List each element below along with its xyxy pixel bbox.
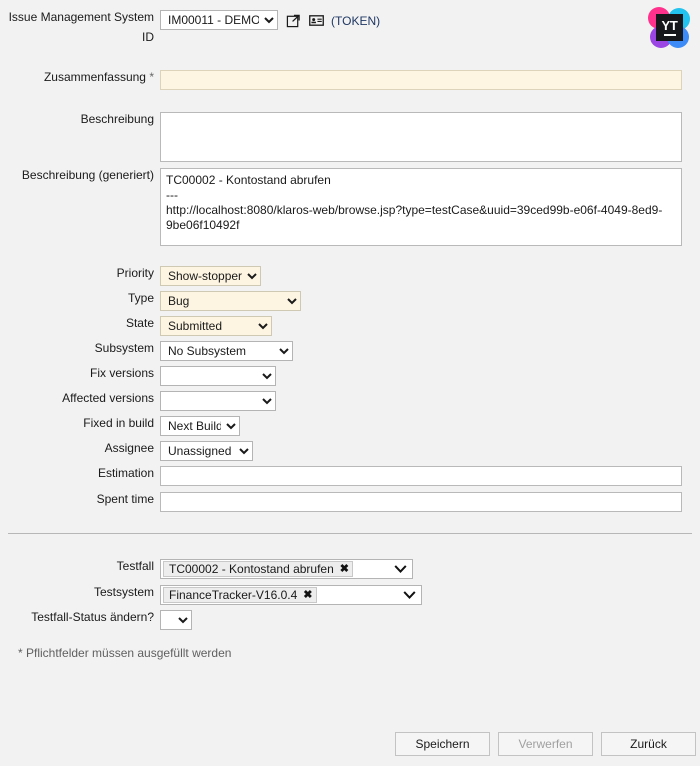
generated-description-label: Beschreibung (generiert) <box>21 168 154 182</box>
subsystem-row: Subsystem No Subsystem <box>0 341 293 361</box>
fixed-in-build-label: Fixed in build <box>83 416 154 430</box>
save-button[interactable]: Speichern <box>395 732 490 756</box>
state-row: State Submitted <box>0 316 272 336</box>
required-fields-note: * Pflichtfelder müssen ausgefüllt werden <box>18 646 232 660</box>
affected-versions-label: Affected versions <box>62 391 154 405</box>
spent-time-row: Spent time <box>0 492 682 512</box>
testcase-label: Testfall <box>116 559 154 573</box>
priority-label: Priority <box>116 266 154 280</box>
logo-text: YT <box>661 17 678 33</box>
fix-versions-label: Fix versions <box>89 366 154 380</box>
generated-description-textarea[interactable]: TC00002 - Kontostand abrufen --- http://… <box>160 168 682 246</box>
description-row: Beschreibung <box>0 112 682 162</box>
description-textarea[interactable] <box>160 112 682 162</box>
testcase-chip: TC00002 - Kontostand abrufen ✖ <box>163 561 353 577</box>
fixed-in-build-select[interactable]: Next Build <box>160 416 240 436</box>
state-label: State <box>125 316 154 330</box>
ims-select[interactable]: IM00011 - DEMO <box>160 10 278 30</box>
id-card-icon[interactable] <box>308 13 324 28</box>
change-testcase-status-label: Testfall-Status ändern? <box>31 610 154 624</box>
youtrack-logo: YT <box>647 6 691 50</box>
summary-row: Zusammenfassung * <box>0 70 682 90</box>
summary-required-marker: * <box>149 70 154 84</box>
testsystem-chip-label: FinanceTracker-V16.0.4 <box>169 588 298 602</box>
subsystem-label: Subsystem <box>94 341 154 355</box>
logo-square: YT <box>656 14 683 41</box>
type-select[interactable]: Bug <box>160 291 301 311</box>
estimation-label: Estimation <box>97 466 154 480</box>
generated-description-row: Beschreibung (generiert) TC00002 - Konto… <box>0 168 682 246</box>
change-testcase-status-row: Testfall-Status ändern? <box>0 610 192 630</box>
ims-field-group: IM00011 - DEMO (TOKEN) <box>160 10 380 30</box>
fixed-in-build-row: Fixed in build Next Build <box>0 416 240 436</box>
assignee-label: Assignee <box>104 441 154 455</box>
ims-label-line1: Issue Management System <box>8 10 154 24</box>
testsystem-chip: FinanceTracker-V16.0.4 ✖ <box>163 587 317 603</box>
estimation-row: Estimation <box>0 466 682 486</box>
ims-label-line2: ID <box>142 30 154 44</box>
back-button[interactable]: Zurück <box>601 732 696 756</box>
subsystem-select[interactable]: No Subsystem <box>160 341 293 361</box>
testsystem-label: Testsystem <box>93 585 154 599</box>
testsystem-chip-remove-icon[interactable]: ✖ <box>303 590 312 601</box>
summary-label-text: Zusammenfassung <box>43 70 146 84</box>
testsystem-multiselect[interactable]: FinanceTracker-V16.0.4 ✖ <box>160 585 422 605</box>
type-row: Type Bug <box>0 291 301 311</box>
priority-row: Priority Show-stopper <box>0 266 261 286</box>
ims-label: Issue Management System ID <box>0 10 160 45</box>
ims-row: Issue Management System ID IM00011 - DEM… <box>0 10 380 45</box>
spent-time-input[interactable] <box>160 492 682 512</box>
token-label: (TOKEN) <box>331 13 381 28</box>
affected-versions-row: Affected versions <box>0 391 276 411</box>
logo-underline <box>663 33 676 36</box>
estimation-input[interactable] <box>160 466 682 486</box>
testcase-row: Testfall TC00002 - Kontostand abrufen ✖ <box>0 559 413 579</box>
testcase-chip-label: TC00002 - Kontostand abrufen <box>169 562 334 576</box>
change-testcase-status-select[interactable] <box>160 610 192 630</box>
assignee-select[interactable]: Unassigned <box>160 441 253 461</box>
discard-button: Verwerfen <box>498 732 593 756</box>
fix-versions-select[interactable] <box>160 366 276 386</box>
state-select[interactable]: Submitted <box>160 316 272 336</box>
testcase-multiselect[interactable]: TC00002 - Kontostand abrufen ✖ <box>160 559 413 579</box>
description-label: Beschreibung <box>80 112 154 126</box>
form-button-bar: Speichern Verwerfen Zurück <box>395 732 696 756</box>
affected-versions-select[interactable] <box>160 391 276 411</box>
testcase-chip-remove-icon[interactable]: ✖ <box>340 564 349 575</box>
testsystem-row: Testsystem FinanceTracker-V16.0.4 ✖ <box>0 585 422 605</box>
summary-input[interactable] <box>160 70 682 90</box>
spent-time-label: Spent time <box>96 492 154 506</box>
type-label: Type <box>127 291 154 305</box>
fix-versions-row: Fix versions <box>0 366 276 386</box>
chevron-down-icon <box>403 591 416 600</box>
assignee-row: Assignee Unassigned <box>0 441 253 461</box>
priority-select[interactable]: Show-stopper <box>160 266 261 286</box>
summary-label: Zusammenfassung * <box>0 70 160 85</box>
chevron-down-icon <box>394 565 407 574</box>
external-link-icon[interactable] <box>286 13 301 28</box>
section-divider <box>8 533 692 534</box>
issue-creation-form: YT Issue Management System ID IM00011 - … <box>0 0 700 766</box>
